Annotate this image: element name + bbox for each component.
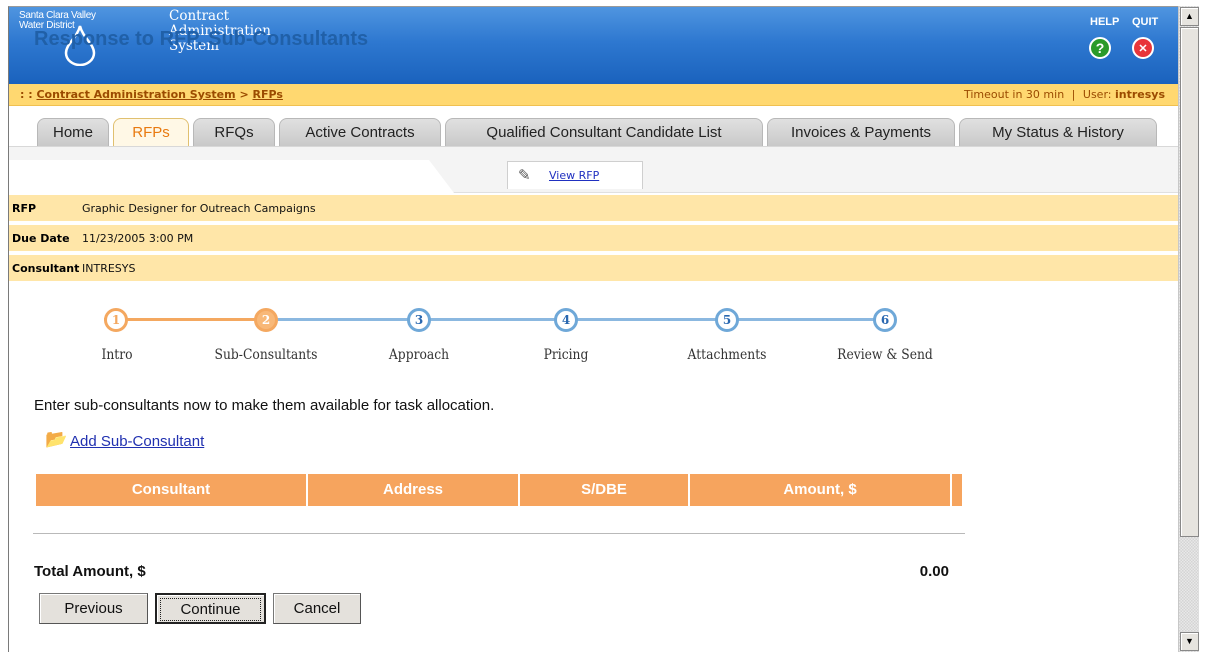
wizard-step-6-icon: 6 [873, 308, 897, 332]
add-sub-consultant-link[interactable]: Add Sub-Consultant [70, 433, 204, 450]
main-nav-tabs: Home RFPs RFQs Active Contracts Qualifie… [9, 106, 1178, 147]
title-tab-shape [9, 160, 454, 193]
quit-label: QUIT [1132, 16, 1159, 28]
tab-rfqs[interactable]: RFQs [193, 118, 275, 146]
rfp-value: Graphic Designer for Outreach Campaigns [82, 202, 316, 215]
wizard-step-1-label: Intro [101, 347, 133, 363]
column-amount[interactable]: Amount, $ [690, 474, 952, 506]
rfp-row: RFP Graphic Designer for Outreach Campai… [9, 195, 1178, 223]
breadcrumb-link-rfps[interactable]: RFPs [253, 88, 283, 101]
breadcrumb: : : Contract Administration System > RFP… [9, 84, 1178, 106]
quit-button[interactable]: ✕ [1132, 37, 1154, 59]
breadcrumb-separator: > [239, 88, 249, 101]
session-info: Timeout in 30 min | User: intresys [964, 84, 1165, 105]
table-divider [33, 533, 965, 534]
scrollbar-thumb[interactable] [1180, 27, 1199, 537]
scroll-up-arrow-icon[interactable]: ▲ [1180, 7, 1199, 26]
wizard-step-3-icon: 3 [407, 308, 431, 332]
user-name: intresys [1114, 88, 1165, 101]
help-icon: ? [1095, 40, 1105, 56]
due-date-label: Due Date [12, 232, 70, 245]
tab-active-contracts[interactable]: Active Contracts [279, 118, 441, 146]
column-consultant[interactable]: Consultant [36, 474, 308, 506]
wizard-steps: 1 2 3 4 5 6 Intro Sub-Consultants Approa… [9, 303, 989, 383]
folder-open-icon: 📂 [45, 429, 68, 449]
consultant-row: Consultant INTRESYS [9, 255, 1178, 283]
rfp-label: RFP [12, 202, 37, 215]
instruction-text: Enter sub-consultants now to make them a… [34, 397, 495, 414]
tab-invoices-payments[interactable]: Invoices & Payments [767, 118, 955, 146]
scroll-down-arrow-icon[interactable]: ▼ [1180, 632, 1199, 651]
view-rfp-link[interactable]: View RFP [549, 162, 599, 189]
column-address[interactable]: Address [308, 474, 520, 506]
due-date-value: 11/23/2005 3:00 PM [82, 232, 194, 245]
tab-qualified-consultants[interactable]: Qualified Consultant Candidate List [445, 118, 763, 146]
column-sdbe[interactable]: S/DBE [520, 474, 690, 506]
breadcrumb-path: : : Contract Administration System > RFP… [20, 84, 283, 105]
system-name-line1: Contract [169, 8, 230, 24]
continue-button[interactable]: Continue [155, 593, 266, 624]
tab-my-status-history[interactable]: My Status & History [959, 118, 1157, 146]
timeout-text: Timeout in 30 min [963, 88, 1065, 101]
total-amount-value: 0.00 [919, 563, 949, 580]
due-date-row: Due Date 11/23/2005 3:00 PM [9, 225, 1178, 253]
wizard-step-4-icon: 4 [554, 308, 578, 332]
breadcrumb-link-home[interactable]: Contract Administration System [36, 88, 235, 101]
help-button[interactable]: ? [1089, 37, 1111, 59]
help-label: HELP [1090, 16, 1120, 28]
tab-home[interactable]: Home [37, 118, 109, 146]
view-rfp-tab[interactable]: ✎ View RFP [507, 161, 643, 189]
wizard-step-1-icon: 1 [104, 308, 128, 332]
document-icon: ✎ [518, 166, 531, 184]
wizard-step-2-icon: 2 [254, 308, 278, 332]
wizard-step-5-icon: 5 [715, 308, 739, 332]
wizard-line-1 [104, 318, 264, 321]
browser-content: Santa Clara Valley Water District Contra… [8, 6, 1178, 652]
page-title: Response to RFP. Sub-Consultants [34, 28, 369, 50]
continue-button-label: Continue [160, 598, 261, 621]
wizard-step-6-label: Review & Send [837, 347, 933, 363]
breadcrumb-prefix: : : [20, 88, 33, 101]
quit-icon: ✕ [1138, 42, 1148, 55]
previous-button[interactable]: Previous [39, 593, 148, 624]
vertical-scrollbar[interactable]: ▲ ▼ [1178, 6, 1199, 652]
user-label: User: [1082, 88, 1112, 101]
cancel-button[interactable]: Cancel [273, 593, 361, 624]
session-divider: | [1071, 88, 1076, 101]
sub-consultants-table-header: Consultant Address S/DBE Amount, $ [36, 474, 962, 506]
tab-rfps[interactable]: RFPs [113, 118, 189, 146]
wizard-step-2-label: Sub-Consultants [214, 347, 318, 363]
title-band: ✎ View RFP [9, 147, 1178, 193]
wizard-step-5-label: Attachments [687, 347, 767, 363]
consultant-label: Consultant [12, 262, 80, 275]
wizard-step-3-label: Approach [388, 347, 450, 363]
consultant-value: INTRESYS [82, 262, 136, 275]
total-amount-label: Total Amount, $ [34, 563, 146, 580]
wizard-step-4-label: Pricing [543, 347, 589, 363]
